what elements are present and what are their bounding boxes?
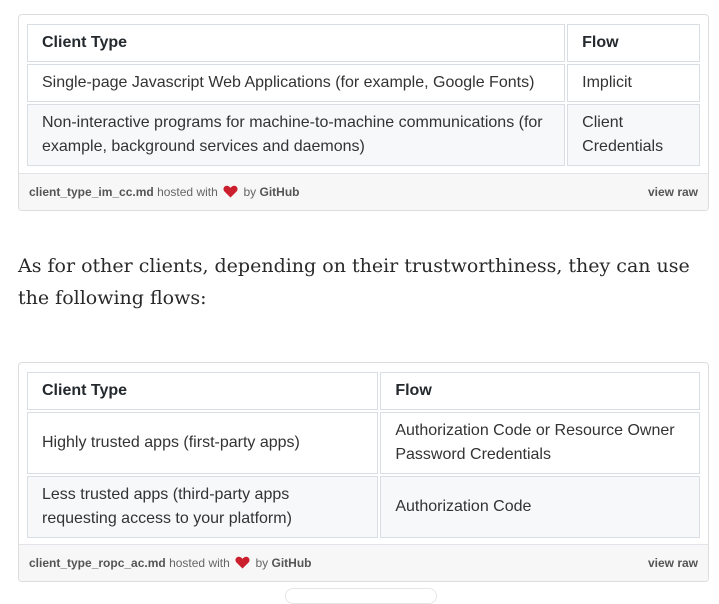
article-paragraph: As for other clients, depending on their…: [18, 255, 690, 309]
hosted-with-text: hosted with: [169, 556, 230, 570]
bottom-floating-pill: [285, 588, 437, 604]
cell-flow: Client Credentials: [567, 104, 700, 166]
view-raw-link[interactable]: view raw: [648, 174, 698, 210]
client-flow-table: Client Type Flow Single-page Javascript …: [25, 22, 702, 168]
header-client-type: Client Type: [27, 24, 566, 62]
cell-client-type: Less trusted apps (third-party apps requ…: [27, 476, 379, 538]
client-flow-table: Client Type Flow Highly trusted apps (fi…: [25, 370, 702, 540]
by-text: by: [243, 185, 257, 199]
gist-filename-link[interactable]: client_type_im_cc.md: [29, 185, 154, 199]
header-flow: Flow: [380, 372, 700, 410]
gist-file-body: Client Type Flow Single-page Javascript …: [19, 15, 708, 173]
gist-filename-link[interactable]: client_type_ropc_ac.md: [29, 556, 166, 570]
table-header-row: Client Type Flow: [27, 372, 700, 410]
heart-icon: [235, 547, 250, 581]
table-row: Single-page Javascript Web Applications …: [27, 64, 700, 102]
cell-flow: Authorization Code or Resource Owner Pas…: [380, 412, 700, 474]
cell-flow: Implicit: [567, 64, 700, 102]
gist-embed-trusted-clients: Client Type Flow Highly trusted apps (fi…: [18, 362, 709, 582]
cell-client-type: Highly trusted apps (first-party apps): [27, 412, 379, 474]
table-header-row: Client Type Flow: [27, 24, 700, 62]
gist-file-body: Client Type Flow Highly trusted apps (fi…: [19, 363, 708, 544]
by-text: by: [255, 556, 269, 570]
github-link[interactable]: GitHub: [260, 185, 300, 199]
gist-meta-bar: client_type_ropc_ac.md hosted with by Gi…: [19, 544, 708, 581]
github-link[interactable]: GitHub: [272, 556, 312, 570]
cell-client-type: Non-interactive programs for machine-to-…: [27, 104, 566, 166]
cell-flow: Authorization Code: [380, 476, 700, 538]
gist-meta-bar: client_type_im_cc.md hosted with by GitH…: [19, 173, 708, 210]
gist-embed-client-types: Client Type Flow Single-page Javascript …: [18, 14, 709, 211]
view-raw-link[interactable]: view raw: [648, 545, 698, 581]
table-row: Non-interactive programs for machine-to-…: [27, 104, 700, 166]
table-row: Less trusted apps (third-party apps requ…: [27, 476, 700, 538]
heart-icon: [223, 176, 238, 210]
cell-client-type: Single-page Javascript Web Applications …: [27, 64, 566, 102]
hosted-with-text: hosted with: [157, 185, 218, 199]
header-client-type: Client Type: [27, 372, 379, 410]
header-flow: Flow: [567, 24, 700, 62]
table-row: Highly trusted apps (first-party apps) A…: [27, 412, 700, 474]
